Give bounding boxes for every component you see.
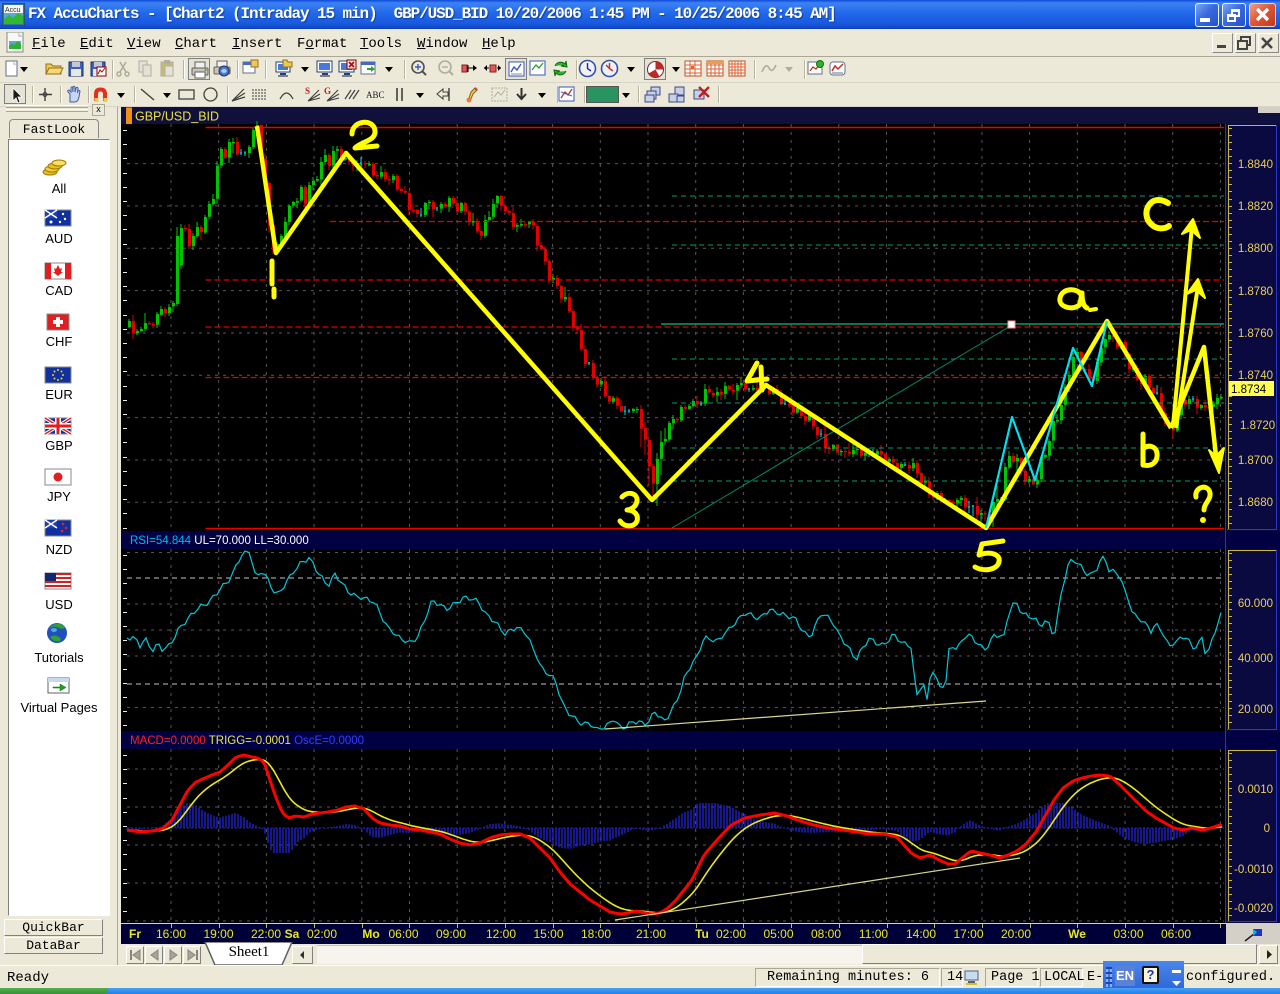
svg-text:Tu: Tu — [695, 927, 709, 941]
svg-text:40.000: 40.000 — [1238, 653, 1273, 665]
svg-text:19:00: 19:00 — [203, 927, 233, 941]
svg-text:20:00: 20:00 — [1001, 927, 1031, 941]
svg-text:11:00: 11:00 — [859, 927, 888, 941]
svg-text:1.8720: 1.8720 — [1240, 420, 1275, 432]
svg-text:1.8840: 1.8840 — [1238, 159, 1273, 171]
svg-text:02:00: 02:00 — [716, 927, 746, 941]
svg-text:1.8700: 1.8700 — [1238, 455, 1273, 467]
svg-text:17:00: 17:00 — [953, 927, 983, 941]
svg-text:60.000: 60.000 — [1238, 598, 1273, 610]
svg-text:1.8820: 1.8820 — [1238, 201, 1273, 213]
svg-text:21:00: 21:00 — [636, 927, 666, 941]
svg-text:1.8760: 1.8760 — [1238, 328, 1273, 340]
svg-text:14:00: 14:00 — [906, 927, 936, 941]
svg-text:1.8734: 1.8734 — [1231, 384, 1267, 396]
svg-text:1.8780: 1.8780 — [1238, 286, 1273, 298]
svg-text:Mo: Mo — [362, 927, 379, 941]
svg-text:02:00: 02:00 — [307, 927, 337, 941]
svg-text:09:00: 09:00 — [436, 927, 466, 941]
svg-text:18:00: 18:00 — [581, 927, 611, 941]
svg-text:22:00: 22:00 — [251, 927, 281, 941]
svg-text:08:00: 08:00 — [811, 927, 841, 941]
svg-text:16:00: 16:00 — [156, 927, 186, 941]
svg-text:0.0010: 0.0010 — [1238, 784, 1273, 796]
svg-text:-0.0010: -0.0010 — [1234, 864, 1273, 876]
svg-text:MACD=0.0000 TRIGG=-0.0001 OscE: MACD=0.0000 TRIGG=-0.0001 OscE=0.0000 — [130, 735, 364, 747]
svg-text:Sa: Sa — [285, 927, 300, 941]
svg-text:06:00: 06:00 — [388, 927, 418, 941]
svg-text:15:00: 15:00 — [533, 927, 563, 941]
svg-text:06:00: 06:00 — [1161, 927, 1191, 941]
svg-text:GBP/USD_BID: GBP/USD_BID — [135, 110, 219, 124]
svg-text:1.8800: 1.8800 — [1238, 243, 1273, 255]
svg-text:12:00: 12:00 — [486, 927, 516, 941]
svg-text:0: 0 — [1264, 823, 1270, 835]
svg-text:20.000: 20.000 — [1238, 704, 1273, 716]
svg-text:RSI=54.844 UL=70.000 LL=30.000: RSI=54.844 UL=70.000 LL=30.000 — [130, 535, 309, 547]
svg-text:We: We — [1068, 927, 1086, 941]
svg-text:1.8740: 1.8740 — [1238, 370, 1273, 382]
svg-text:1.8680: 1.8680 — [1238, 497, 1273, 509]
svg-text:-0.0020: -0.0020 — [1234, 903, 1273, 915]
svg-text:05:00: 05:00 — [763, 927, 793, 941]
svg-text:03:00: 03:00 — [1113, 927, 1143, 941]
svg-text:Fr: Fr — [129, 927, 141, 941]
